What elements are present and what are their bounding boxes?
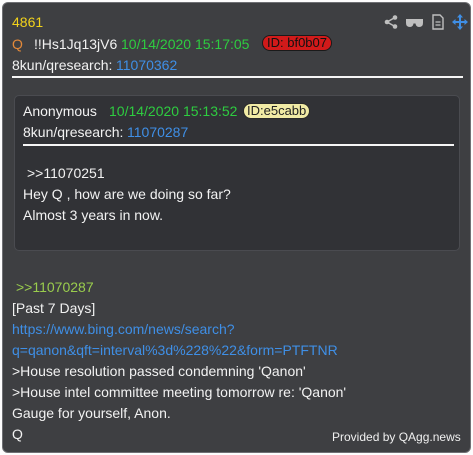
quoted-author: Anonymous xyxy=(23,103,97,119)
quoted-divider xyxy=(23,144,454,146)
quoted-post-id-link[interactable]: 11070287 xyxy=(127,123,188,141)
body-line: >House intel committee meeting tomorrow … xyxy=(12,384,347,400)
author-name: Q xyxy=(12,36,23,52)
footer-credit: Provided by QAgg.news xyxy=(332,430,461,444)
bing-link-line1[interactable]: https://www.bing.com/news/search? xyxy=(12,320,235,338)
header-divider xyxy=(12,76,463,78)
body-line: [Past 7 Days] xyxy=(12,300,96,316)
move-icon[interactable] xyxy=(452,14,468,30)
post-timestamp: 10/14/2020 15:17:05 xyxy=(121,36,250,52)
quoted-line: Hey Q , how are we doing so far? xyxy=(23,186,231,202)
post-card: 4861 Q !!Hs1Jq13jV6 10/14/2020 15:17:05 … xyxy=(2,2,471,453)
quoted-line: Almost 3 years in now. xyxy=(23,207,164,223)
document-icon[interactable] xyxy=(430,14,446,30)
quoted-id-badge: ID:e5cabb xyxy=(243,103,311,119)
poster-id-badge: ID: bf0b07 xyxy=(262,35,332,51)
body-signature: Q xyxy=(12,426,23,442)
body-line: Gauge for yourself, Anon. xyxy=(12,405,171,421)
glasses-icon[interactable] xyxy=(405,14,424,30)
quoted-timestamp: 10/14/2020 15:13:52 xyxy=(109,103,238,119)
bing-link-line2[interactable]: q=qanon&qft=interval%3d%228%22&form=PTFT… xyxy=(12,341,338,359)
tripcode: !!Hs1Jq13jV6 xyxy=(34,36,118,52)
body-line: >House resolution passed condemning 'Qan… xyxy=(12,363,306,379)
post-id-link[interactable]: 11070362 xyxy=(116,56,177,74)
share-icon[interactable] xyxy=(383,14,399,30)
quoted-board-label: 8kun/qresearch: xyxy=(23,124,124,140)
board-label: 8kun/qresearch: xyxy=(12,57,113,73)
reply-link[interactable]: >>11070287 xyxy=(16,278,94,296)
post-actions xyxy=(383,14,468,30)
quoted-post: Anonymous 10/14/2020 15:13:52 ID:e5cabb … xyxy=(14,95,460,251)
post-number: 4861 xyxy=(12,14,44,30)
quoted-line: >>11070251 xyxy=(27,165,105,181)
